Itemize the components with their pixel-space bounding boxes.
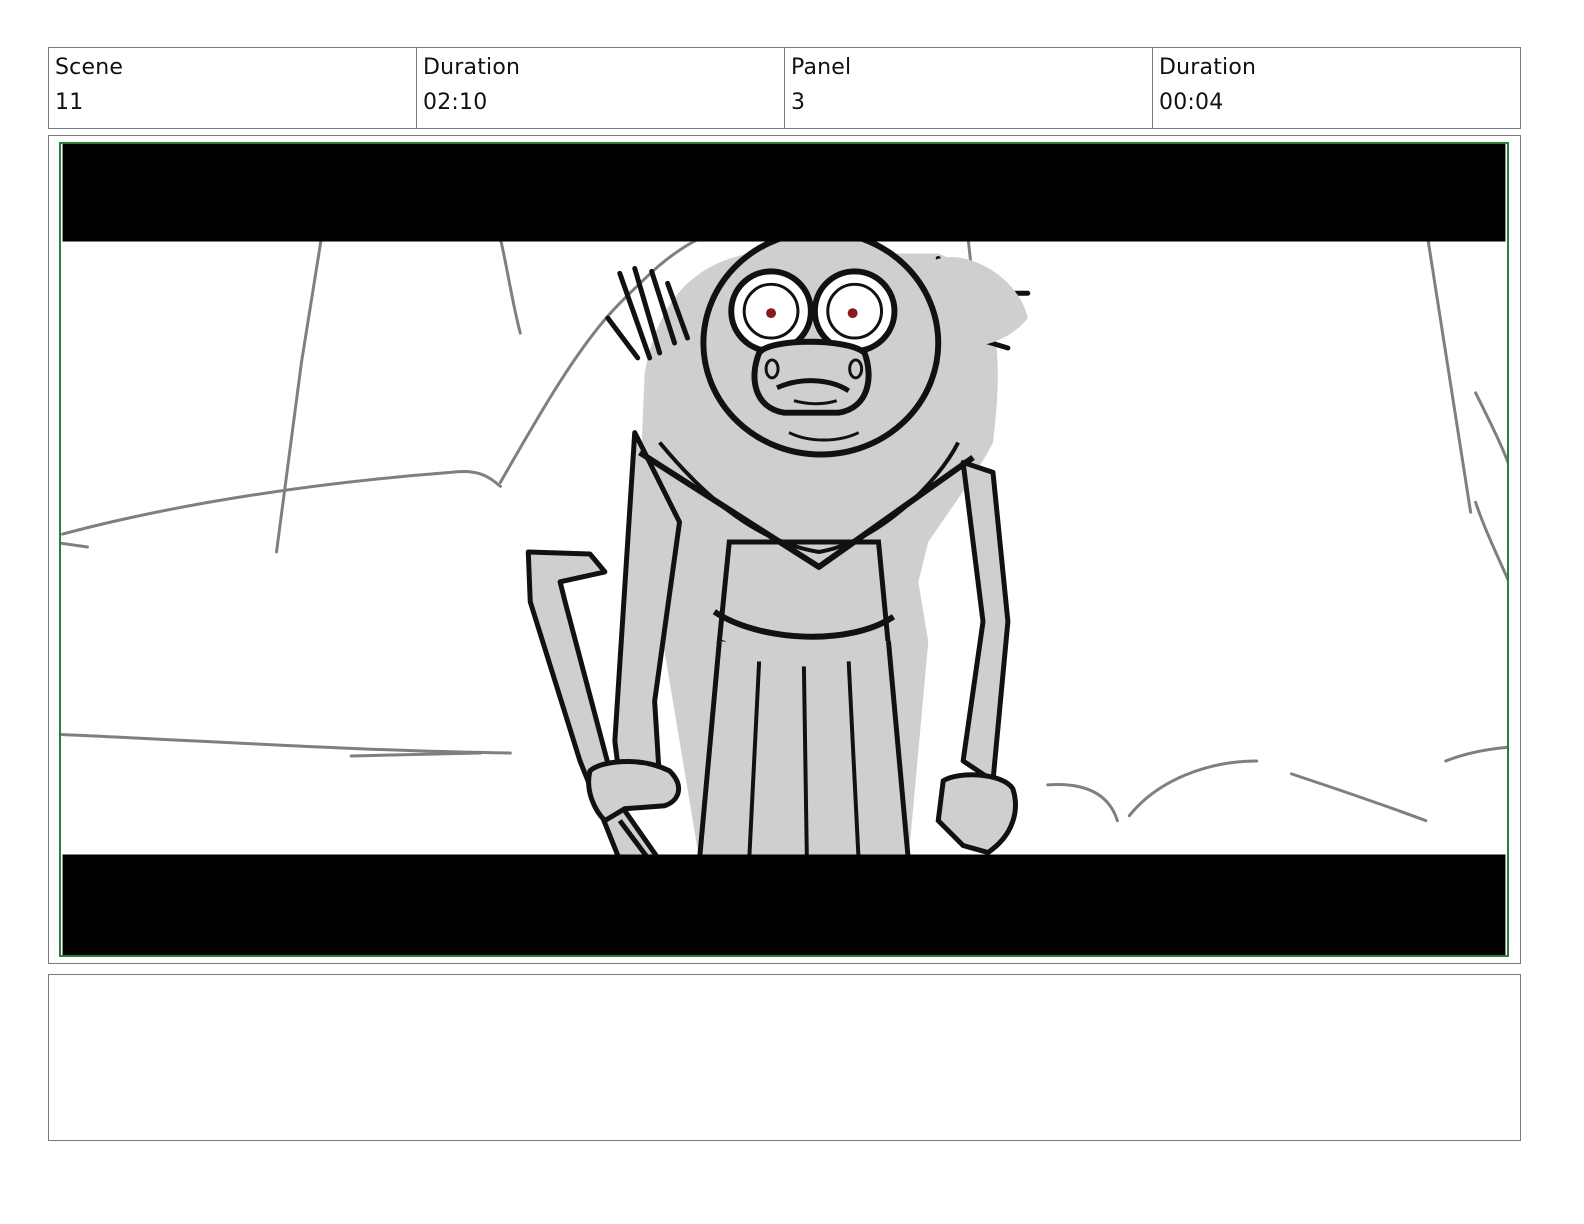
- scene-duration-cell: Duration 02:10: [417, 48, 785, 128]
- panel-cell: Panel 3: [785, 48, 1153, 128]
- storyboard-panel-image: [59, 142, 1509, 957]
- letterbox-top: [62, 144, 1506, 242]
- sketch-drawing: [61, 144, 1507, 955]
- panel-notes[interactable]: [48, 974, 1521, 1141]
- panel-header: Scene 11 Duration 02:10 Panel 3 Duration…: [48, 47, 1521, 129]
- panel-duration-value: 00:04: [1159, 90, 1224, 115]
- panel-value: 3: [791, 90, 806, 115]
- scene-label: Scene: [55, 55, 124, 80]
- panel-duration-cell: Duration 00:04: [1153, 48, 1520, 128]
- scene-cell: Scene 11: [49, 48, 417, 128]
- scene-value: 11: [55, 90, 84, 115]
- scene-duration-value: 02:10: [423, 90, 488, 115]
- panel-label: Panel: [791, 55, 852, 80]
- letterbox-bottom: [62, 854, 1506, 955]
- scene-duration-label: Duration: [423, 55, 521, 80]
- panel-duration-label: Duration: [1159, 55, 1257, 80]
